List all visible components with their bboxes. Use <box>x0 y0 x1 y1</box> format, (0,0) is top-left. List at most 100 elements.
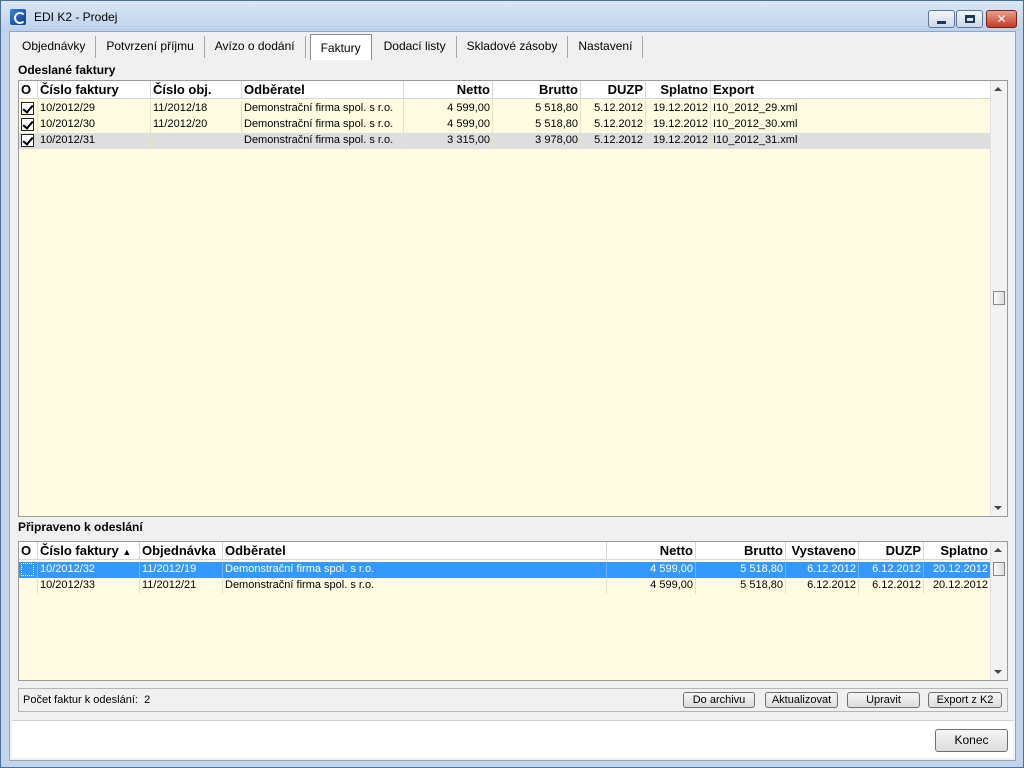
duzp-cell: 5.12.2012 <box>581 101 646 117</box>
due-cell: 19.12.2012 <box>646 101 711 117</box>
scroll-thumb[interactable] <box>993 291 1005 305</box>
title-bar[interactable]: EDI K2 - Prodej ✕ <box>1 1 1023 31</box>
due-cell: 20.12.2012 <box>924 578 991 594</box>
refresh-button[interactable]: Aktualizovat <box>765 692 838 708</box>
tab-delivery-advice[interactable]: Avízo o dodání <box>205 36 306 58</box>
duzp-cell: 5.12.2012 <box>581 117 646 133</box>
table-row[interactable]: 10/2012/30 11/2012/20 Demonstrační firma… <box>19 117 991 133</box>
row-checkbox[interactable] <box>19 562 38 578</box>
netto-cell: 4 599,00 <box>404 101 493 117</box>
col-netto[interactable]: Netto <box>404 81 493 99</box>
order-number-cell: 11/2012/21 <box>140 578 223 594</box>
minimize-icon <box>937 20 946 24</box>
exit-button[interactable]: Konec <box>935 729 1008 752</box>
invoice-number-cell: 10/2012/32 <box>38 562 140 578</box>
tab-settings[interactable]: Nastavení <box>568 36 644 58</box>
col-order[interactable]: Objednávka <box>140 542 223 560</box>
edit-button[interactable]: Upravit <box>847 692 920 708</box>
checkbox-checked-icon <box>21 134 34 147</box>
brutto-cell: 5 518,80 <box>696 578 786 594</box>
row-checkbox[interactable] <box>19 578 38 594</box>
duzp-cell: 5.12.2012 <box>581 133 646 149</box>
table-row[interactable]: 10/2012/31 Demonstrační firma spol. s r.… <box>19 133 991 149</box>
col-due[interactable]: Splatno <box>646 81 711 99</box>
col-order-number[interactable]: Číslo obj. <box>151 81 242 99</box>
archive-button[interactable]: Do archivu <box>683 692 755 708</box>
sent-grid-scrollbar[interactable] <box>990 81 1007 516</box>
col-customer[interactable]: Odběratel <box>242 81 404 99</box>
col-netto[interactable]: Netto <box>607 542 696 560</box>
col-brutto[interactable]: Brutto <box>493 81 581 99</box>
col-duzp[interactable]: DUZP <box>859 542 924 560</box>
sort-asc-icon: ▲ <box>122 547 132 557</box>
col-duzp[interactable]: DUZP <box>581 81 646 99</box>
col-export[interactable]: Export <box>711 81 991 99</box>
customer-cell: Demonstrační firma spol. s r.o. <box>242 101 404 117</box>
app-logo-icon <box>10 9 26 25</box>
row-checkbox[interactable] <box>19 101 38 117</box>
invoice-number-cell: 10/2012/33 <box>38 578 140 594</box>
row-checkbox[interactable] <box>19 117 38 133</box>
table-row[interactable]: 10/2012/29 11/2012/18 Demonstrační firma… <box>19 101 991 117</box>
tab-strip: Objednávky Potvrzení příjmu Avízo o dodá… <box>12 34 644 60</box>
brutto-cell: 3 978,00 <box>493 133 581 149</box>
col-o[interactable]: O <box>19 542 38 560</box>
invoice-number-cell: 10/2012/31 <box>38 133 151 149</box>
table-row[interactable]: 10/2012/33 11/2012/21 Demonstrační firma… <box>19 578 991 594</box>
close-window-button[interactable]: ✕ <box>986 10 1017 28</box>
minimize-button[interactable] <box>928 10 955 28</box>
restore-icon <box>964 15 975 23</box>
brutto-cell: 5 518,80 <box>493 117 581 133</box>
export-cell: I10_2012_30.xml <box>711 117 991 133</box>
window-title: EDI K2 - Prodej <box>34 10 118 24</box>
maximize-button[interactable] <box>956 10 983 28</box>
col-invoice-number[interactable]: Číslo faktury ▲ <box>38 542 140 560</box>
sent-grid-header: O Číslo faktury Číslo obj. Odběratel Net… <box>19 81 991 99</box>
due-cell: 19.12.2012 <box>646 117 711 133</box>
tab-delivery-notes[interactable]: Dodací listy <box>374 36 457 58</box>
ready-invoices-grid[interactable]: O Číslo faktury ▲ Objednávka Odběratel N… <box>18 541 1008 681</box>
customer-cell: Demonstrační firma spol. s r.o. <box>223 578 607 594</box>
order-number-cell: 11/2012/20 <box>151 117 242 133</box>
scroll-up-icon[interactable] <box>994 87 1002 91</box>
sent-invoices-grid[interactable]: O Číslo faktury Číslo obj. Odběratel Net… <box>18 80 1008 517</box>
customer-cell: Demonstrační firma spol. s r.o. <box>242 117 404 133</box>
sent-invoices-label: Odeslané faktury <box>18 63 116 77</box>
main-window: EDI K2 - Prodej ✕ Objednávky Potvrzení p… <box>0 0 1024 768</box>
brutto-cell: 5 518,80 <box>493 101 581 117</box>
brutto-cell: 5 518,80 <box>696 562 786 578</box>
tab-stock[interactable]: Skladové zásoby <box>457 36 569 58</box>
export-button[interactable]: Export z K2 <box>928 692 1002 708</box>
status-bar: Počet faktur k odeslání: 2 Do archivu Ak… <box>18 688 1008 712</box>
invoice-number-cell: 10/2012/30 <box>38 117 151 133</box>
invoice-count: Počet faktur k odeslání: 2 <box>23 694 150 706</box>
netto-cell: 4 599,00 <box>404 117 493 133</box>
due-cell: 20.12.2012 <box>924 562 991 578</box>
invoice-count-value: 2 <box>144 694 151 706</box>
scroll-thumb[interactable] <box>993 562 1005 576</box>
scroll-up-icon[interactable] <box>994 548 1002 552</box>
tab-orders[interactable]: Objednávky <box>12 36 97 58</box>
col-o[interactable]: O <box>19 81 38 99</box>
netto-cell: 4 599,00 <box>607 578 696 594</box>
col-due[interactable]: Splatno <box>924 542 991 560</box>
order-number-cell <box>151 133 242 149</box>
export-cell: I10_2012_29.xml <box>711 101 991 117</box>
duzp-cell: 6.12.2012 <box>859 578 924 594</box>
col-invoice-number-label: Číslo faktury <box>40 543 119 558</box>
focus-cell-icon <box>21 563 34 576</box>
tab-invoices[interactable]: Faktury <box>309 34 372 60</box>
duzp-cell: 6.12.2012 <box>859 562 924 578</box>
tab-receipt-confirmation[interactable]: Potvrzení příjmu <box>96 36 205 58</box>
col-invoice-number[interactable]: Číslo faktury <box>38 81 151 99</box>
scroll-down-icon[interactable] <box>994 670 1002 674</box>
row-checkbox[interactable] <box>19 133 38 149</box>
col-issued[interactable]: Vystaveno <box>786 542 859 560</box>
due-cell: 19.12.2012 <box>646 133 711 149</box>
col-customer[interactable]: Odběratel <box>223 542 607 560</box>
col-brutto[interactable]: Brutto <box>696 542 786 560</box>
customer-cell: Demonstrační firma spol. s r.o. <box>242 133 404 149</box>
table-row-selected[interactable]: 10/2012/32 11/2012/19 Demonstrační firma… <box>19 562 991 578</box>
scroll-down-icon[interactable] <box>994 506 1002 510</box>
ready-grid-scrollbar[interactable] <box>990 542 1007 680</box>
